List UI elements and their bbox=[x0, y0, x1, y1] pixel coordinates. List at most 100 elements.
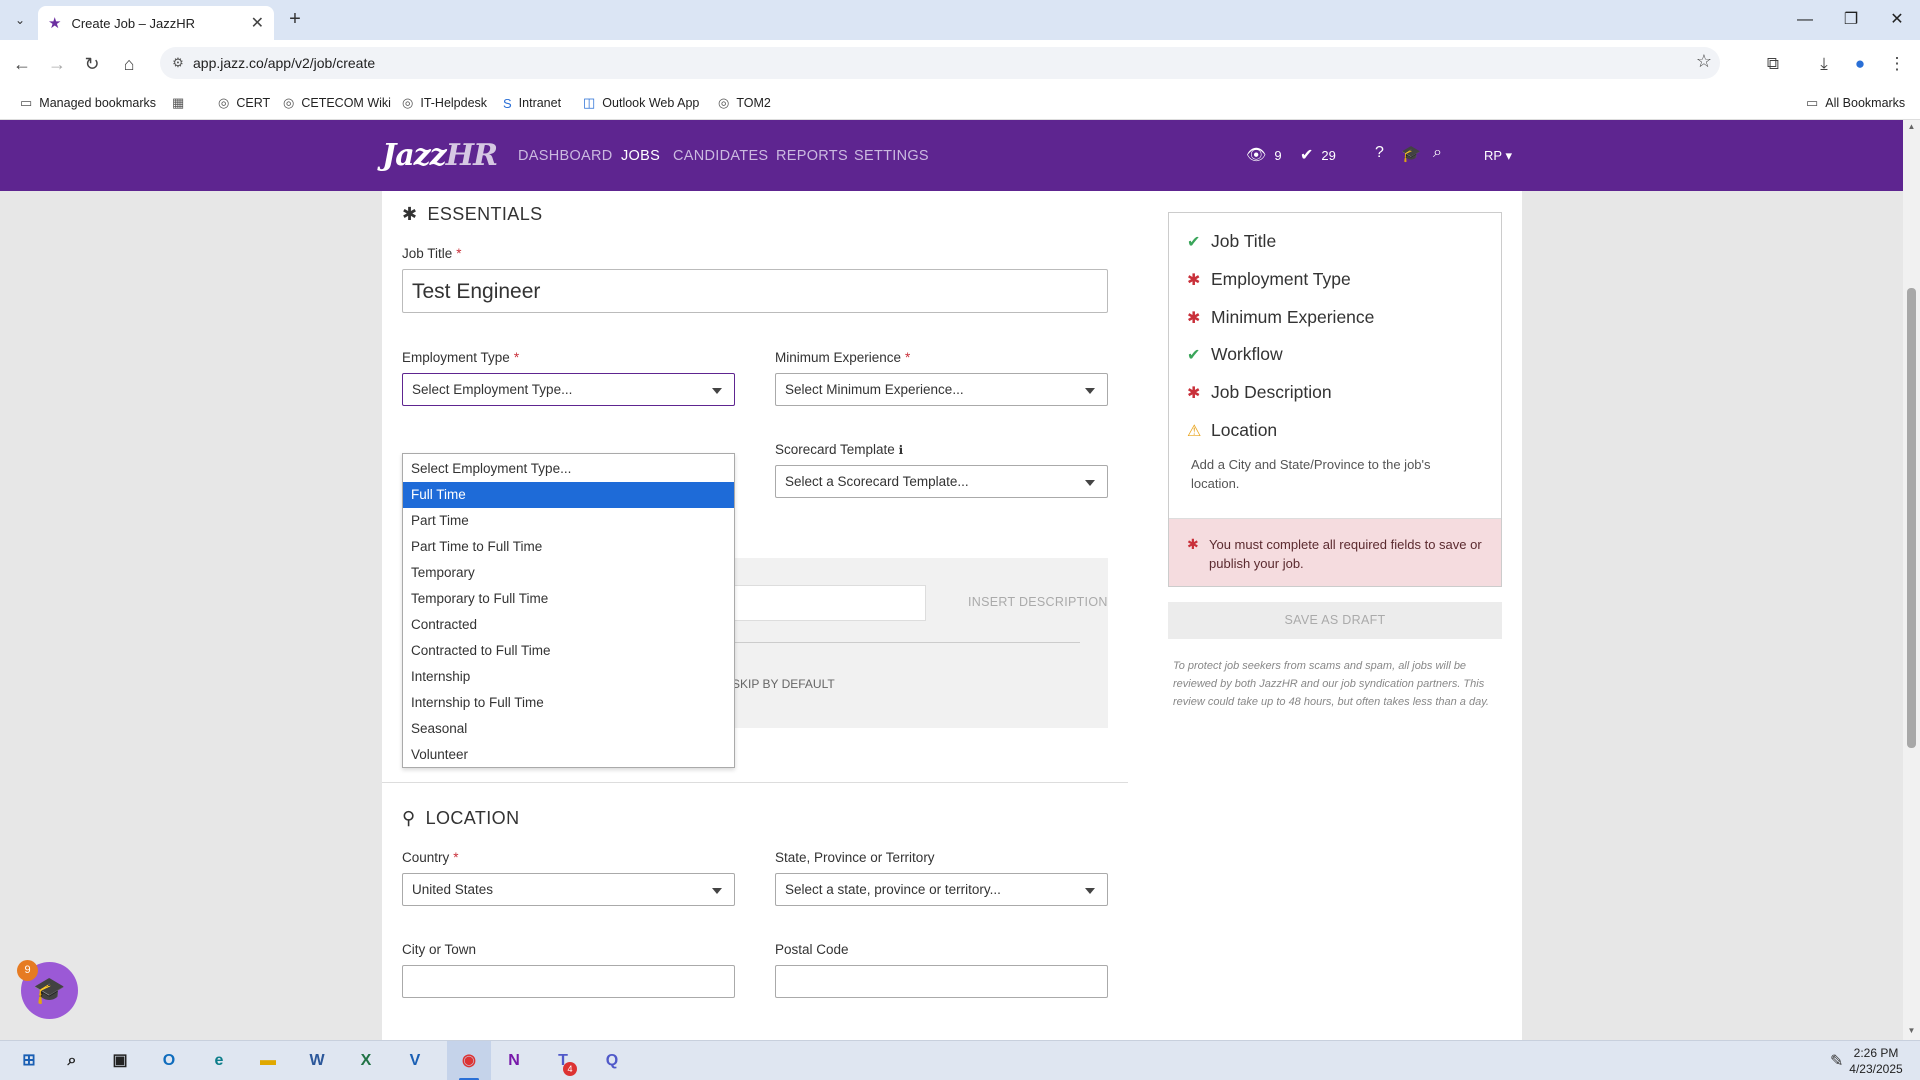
asterisk-icon: ✱ bbox=[1187, 384, 1201, 402]
graduation-cap-icon: 🎓 bbox=[33, 975, 66, 1005]
postal-code-input[interactable] bbox=[775, 965, 1108, 998]
city-label: City or Town bbox=[402, 942, 477, 957]
search-icon[interactable]: ⌕ bbox=[58, 1047, 86, 1075]
outlook-icon[interactable]: O bbox=[155, 1047, 183, 1075]
help-icon[interactable]: ? bbox=[1375, 144, 1384, 162]
dropdown-option[interactable]: Seasonal bbox=[403, 716, 734, 742]
browser-tab[interactable]: ★ Create Job – JazzHR ✕ bbox=[38, 6, 274, 40]
employment-type-label: Employment Type * bbox=[402, 350, 519, 365]
windows-start-icon[interactable]: ⊞ bbox=[15, 1047, 43, 1075]
scroll-thumb[interactable] bbox=[1907, 288, 1916, 748]
bookmark-cert[interactable]: ◎ CERT bbox=[218, 94, 270, 112]
profile-icon[interactable]: ● bbox=[1848, 52, 1872, 76]
jazzhr-logo[interactable]: JazzHR bbox=[382, 138, 498, 173]
close-tab-icon[interactable]: ✕ bbox=[251, 13, 264, 33]
dropdown-option[interactable]: Temporary to Full Time bbox=[403, 586, 734, 612]
checks-counter[interactable]: ✔ 29 bbox=[1300, 145, 1336, 165]
save-as-draft-button[interactable]: SAVE AS DRAFT bbox=[1168, 602, 1502, 639]
job-title-input[interactable]: Test Engineer bbox=[402, 269, 1108, 313]
excel-icon[interactable]: X bbox=[352, 1047, 380, 1075]
caret-down-icon bbox=[1085, 480, 1095, 486]
downloads-icon[interactable]: ⤓ bbox=[1812, 52, 1836, 76]
asterisk-icon: ✱ bbox=[1187, 536, 1199, 552]
skip-label: SKIP BY DEFAULT bbox=[732, 677, 835, 691]
file-explorer-icon[interactable]: ▬ bbox=[254, 1047, 282, 1075]
home-icon[interactable]: ⌂ bbox=[117, 52, 141, 76]
search-icon[interactable]: ⌕ bbox=[1433, 144, 1442, 162]
bookmark-label: CETECOM Wiki bbox=[301, 96, 391, 110]
bookmark-cetecom-wiki[interactable]: ◎ CETECOM Wiki bbox=[283, 94, 391, 112]
grid-icon: ▦ bbox=[172, 95, 185, 110]
postal-code-label: Postal Code bbox=[775, 942, 849, 957]
nav-candidates[interactable]: CANDIDATES bbox=[673, 148, 768, 164]
back-icon[interactable]: ← bbox=[10, 52, 34, 76]
asterisk-icon: ✱ bbox=[1187, 271, 1201, 289]
bookmark-star-icon[interactable]: ☆ bbox=[1696, 51, 1712, 72]
dropdown-option[interactable]: Volunteer bbox=[403, 742, 734, 768]
caret-down-icon bbox=[1085, 388, 1095, 394]
country-select[interactable]: United States bbox=[402, 873, 735, 906]
chrome-icon[interactable]: ◉ bbox=[455, 1047, 483, 1075]
nav-settings[interactable]: SETTINGS bbox=[854, 148, 929, 164]
essentials-heading: ✱ ESSENTIALS bbox=[402, 204, 543, 225]
nav-jobs[interactable]: JOBS bbox=[621, 148, 660, 164]
tab-search-icon[interactable]: ⌄ bbox=[8, 8, 32, 32]
onenote-icon[interactable]: N bbox=[500, 1047, 528, 1075]
address-bar[interactable]: ⚙ app.jazz.co/app/v2/job/create ☆ bbox=[160, 47, 1720, 79]
status-label: Employment Type bbox=[1211, 269, 1351, 289]
task-view-icon[interactable]: ▣ bbox=[106, 1047, 134, 1075]
restore-window-icon[interactable]: ❐ bbox=[1828, 0, 1874, 40]
dropdown-option[interactable]: Contracted bbox=[403, 612, 734, 638]
min-experience-select[interactable]: Select Minimum Experience... bbox=[775, 373, 1108, 406]
dropdown-option[interactable]: Part Time to Full Time bbox=[403, 534, 734, 560]
bookmark-label: Outlook Web App bbox=[602, 96, 700, 110]
forward-icon[interactable]: → bbox=[45, 52, 69, 76]
insert-description-button[interactable]: INSERT DESCRIPTION bbox=[968, 595, 1108, 609]
scorecard-select[interactable]: Select a Scorecard Template... bbox=[775, 465, 1108, 498]
minimize-window-icon[interactable]: — bbox=[1782, 0, 1828, 40]
new-tab-icon[interactable]: + bbox=[283, 8, 307, 32]
dropdown-option[interactable]: Part Time bbox=[403, 508, 734, 534]
views-counter[interactable]: 👁 9 bbox=[1246, 145, 1282, 165]
city-input[interactable] bbox=[402, 965, 735, 998]
reload-icon[interactable]: ↻ bbox=[80, 52, 104, 76]
bookmark-intranet[interactable]: S Intranet bbox=[503, 94, 561, 112]
bookmark-outlook[interactable]: ◫ Outlook Web App bbox=[583, 94, 699, 112]
close-window-icon[interactable]: ✕ bbox=[1874, 0, 1920, 40]
edge-icon[interactable]: e bbox=[205, 1047, 233, 1075]
location-note: Add a City and State/Province to the job… bbox=[1191, 457, 1431, 491]
visio-icon[interactable]: V bbox=[401, 1047, 429, 1075]
bookmark-it-helpdesk[interactable]: ◎ IT-Helpdesk bbox=[402, 94, 487, 112]
section-title: LOCATION bbox=[425, 808, 520, 828]
state-select[interactable]: Select a state, province or territory... bbox=[775, 873, 1108, 906]
dropdown-option[interactable]: Select Employment Type... bbox=[403, 456, 734, 482]
scroll-up-icon[interactable]: ▲ bbox=[1906, 122, 1917, 131]
site-info-icon[interactable]: ⚙ bbox=[168, 53, 188, 73]
url-text[interactable]: app.jazz.co/app/v2/job/create bbox=[193, 55, 375, 71]
bookmark-label: Managed bookmarks bbox=[39, 96, 157, 110]
app-icon[interactable]: Q bbox=[598, 1047, 626, 1075]
dropdown-option[interactable]: Contracted to Full Time bbox=[403, 638, 734, 664]
employment-type-select[interactable]: Select Employment Type... bbox=[402, 373, 735, 406]
word-icon[interactable]: W bbox=[303, 1047, 331, 1075]
graduation-cap-icon[interactable]: 🎓 bbox=[1401, 144, 1421, 164]
all-bookmarks[interactable]: ▭ All Bookmarks bbox=[1806, 94, 1905, 112]
dropdown-option-highlighted[interactable]: Full Time bbox=[403, 482, 734, 508]
system-clock[interactable]: 2:26 PM 4/23/2025 bbox=[1836, 1045, 1916, 1077]
scroll-down-icon[interactable]: ▼ bbox=[1906, 1026, 1917, 1035]
info-icon[interactable]: ℹ bbox=[899, 443, 904, 457]
bookmark-managed[interactable]: ▭ Managed bookmarks bbox=[20, 94, 156, 112]
nav-reports[interactable]: REPORTS bbox=[776, 148, 848, 164]
status-label: Workflow bbox=[1211, 344, 1283, 364]
page-scrollbar[interactable]: ▲ ▼ bbox=[1903, 120, 1920, 1040]
dropdown-option[interactable]: Internship bbox=[403, 664, 734, 690]
dropdown-option[interactable]: Internship to Full Time bbox=[403, 690, 734, 716]
dropdown-option[interactable]: Temporary bbox=[403, 560, 734, 586]
globe-icon: ◎ bbox=[718, 95, 730, 110]
extensions-icon[interactable]: ⧉ bbox=[1761, 52, 1785, 76]
apps-grid-icon[interactable]: ▦ bbox=[172, 94, 191, 112]
bookmark-tom2[interactable]: ◎ TOM2 bbox=[718, 94, 771, 112]
browser-menu-icon[interactable]: ⋮ bbox=[1885, 52, 1909, 76]
user-menu[interactable]: RP ▾ bbox=[1484, 148, 1512, 164]
nav-dashboard[interactable]: DASHBOARD bbox=[518, 148, 613, 164]
